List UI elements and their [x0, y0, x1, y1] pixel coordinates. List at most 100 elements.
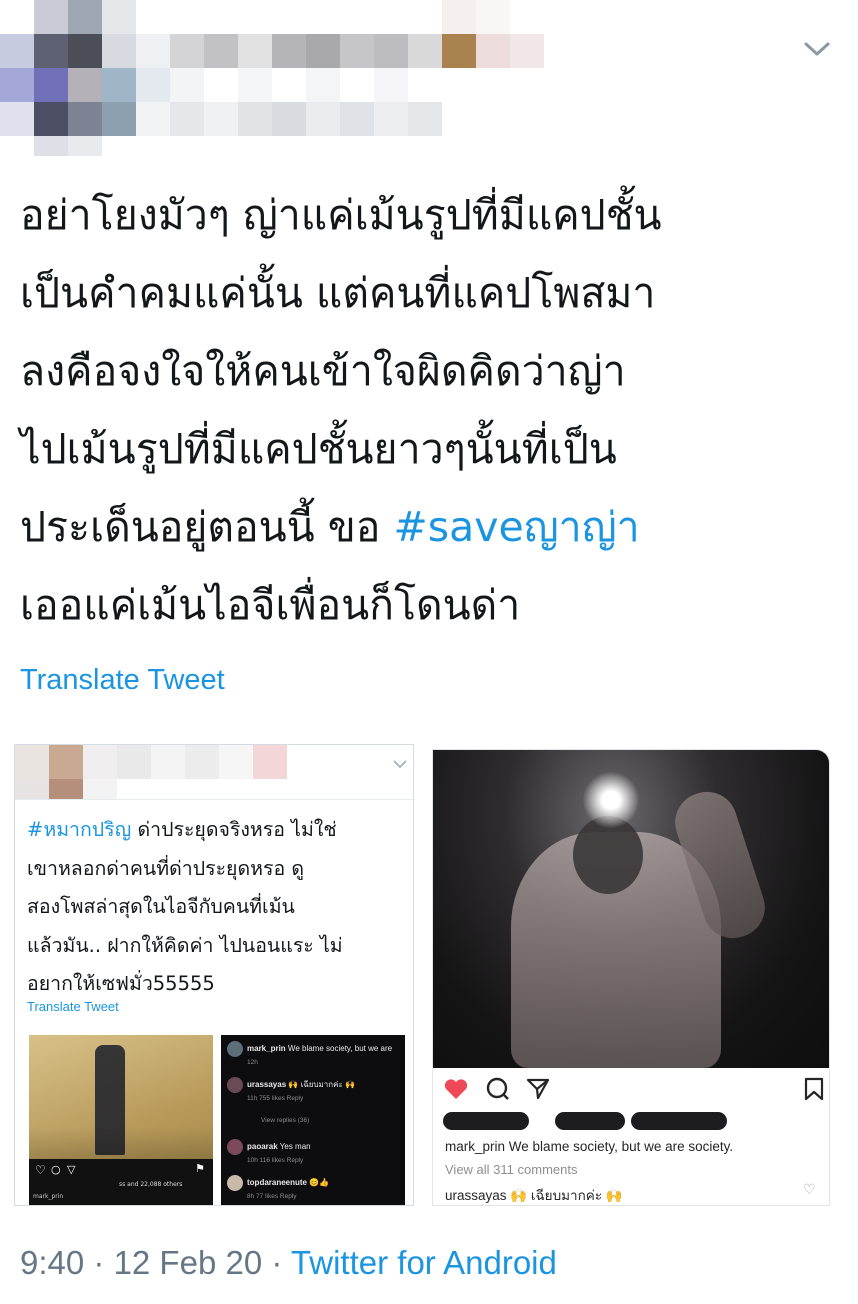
pixel-block	[219, 745, 253, 779]
shade	[29, 1127, 213, 1159]
separator: ·	[84, 1244, 114, 1281]
tweet-line: อย่าโยงมัวๆ ญ่าแค่เม้นรูปที่มีแคปชั้น	[20, 191, 662, 239]
pixel-block	[510, 34, 544, 68]
pixel-block	[83, 745, 117, 779]
pixel-block	[306, 102, 340, 136]
comment-row: topdaraneenute 😊👍 8h 77 likes Reply	[227, 1175, 329, 1200]
pixel-block	[68, 0, 102, 34]
heart-icon: ♡	[35, 1163, 46, 1177]
pixel-block	[170, 68, 204, 102]
pixel-block	[68, 34, 102, 68]
pixel-block	[15, 745, 49, 779]
comment-icon[interactable]	[485, 1076, 511, 1102]
translate-tweet-link[interactable]: Translate Tweet	[20, 664, 225, 697]
embedded-tweet-text: #หมากปริญ ด่าประยุดจริงหรอ ไม่ใช่ เขาหลอ…	[27, 811, 413, 1004]
pixel-block	[68, 102, 102, 136]
pixel-block	[0, 102, 34, 136]
redacted-text	[443, 1112, 529, 1130]
embedded-comments-screenshot: mark_prin We blame society, but we are 12…	[221, 1035, 405, 1205]
pixel-block	[102, 68, 136, 102]
heart-icon[interactable]	[443, 1076, 469, 1102]
comment-text: 🙌 เฉียบมากค่ะ 🙌	[510, 1188, 623, 1203]
pixel-block	[0, 68, 34, 102]
pixel-block	[374, 102, 408, 136]
tweet-header	[0, 0, 858, 160]
instagram-caption: mark_prin We blame society, but we are s…	[445, 1139, 733, 1154]
caption-user: mark_prin	[445, 1139, 506, 1154]
pixel-block	[170, 102, 204, 136]
tweet-line: เออแค่เม้นไอจีเพื่อนก็โดนด่า	[20, 581, 521, 629]
pixel-block	[204, 102, 238, 136]
pixel-block	[272, 102, 306, 136]
pixel-block	[476, 0, 510, 34]
pixel-block	[34, 68, 68, 102]
embedded-line: #หมากปริญ ด่าประยุดจริงหรอ ไม่ใช่	[27, 811, 413, 850]
camera-flash	[583, 772, 639, 828]
comment-row: paoarak Yes man 10h 116 likes Reply	[227, 1139, 311, 1164]
pixel-block	[68, 68, 102, 102]
comment-row: mark_prin We blame society, but we are 12…	[227, 1041, 392, 1066]
pixel-block	[476, 34, 510, 68]
share-icon: ▽	[67, 1163, 76, 1176]
hashtag-link[interactable]: #saveญาญ่า	[393, 503, 639, 551]
pixel-block	[306, 34, 340, 68]
avatar	[227, 1077, 243, 1093]
bookmark-icon[interactable]	[801, 1076, 827, 1102]
comment-like-icon: ♡	[803, 1182, 816, 1198]
pixel-block	[272, 34, 306, 68]
bookmark-icon: ⚑	[195, 1162, 205, 1175]
embedded-translate-label: Translate Tweet	[27, 999, 119, 1014]
media-image-2[interactable]: mark_prin We blame society, but we are s…	[432, 749, 830, 1206]
divider	[15, 799, 413, 800]
redacted-text	[555, 1112, 625, 1130]
pixel-block	[185, 745, 219, 779]
pixel-block	[102, 0, 136, 34]
embedded-hashtag: #หมากปริญ	[27, 818, 132, 841]
pixel-block	[170, 34, 204, 68]
tweet-line-text: ประเด็นอยู่ตอนนี้ ขอ	[20, 503, 394, 551]
share-icon[interactable]	[525, 1076, 551, 1102]
tweet-line: ไปเม้นรูปที่มีแคปชั้นยาวๆนั้นที่เป็น	[20, 425, 617, 473]
chevron-down-icon[interactable]	[800, 34, 834, 64]
tweet-meta: 9:40 · 12 Feb 20 · Twitter for Android	[20, 1244, 557, 1282]
comment-row: View replies (36)	[261, 1117, 310, 1124]
pixel-block	[15, 779, 49, 799]
avatar	[227, 1139, 243, 1155]
pixel-block	[408, 34, 442, 68]
tweet-line: เป็นคำคมแค่นั้น แต่คนที่แคปโพสมา	[20, 269, 656, 317]
media-image-1[interactable]: #หมากปริญ ด่าประยุดจริงหรอ ไม่ใช่ เขาหลอ…	[14, 744, 414, 1206]
pixel-block	[340, 34, 374, 68]
pixel-block	[204, 34, 238, 68]
pixel-block	[408, 102, 442, 136]
embedded-line: เขาหลอกด่าคนที่ด่าประยุดหรอ ดู	[27, 856, 305, 880]
tweet-line: ประเด็นอยู่ตอนนี้ ขอ #saveญาญ่า	[20, 488, 850, 566]
comment-icon: ○	[51, 1163, 61, 1176]
chevron-down-icon	[393, 760, 407, 769]
likes-text: ss and 22,088 others	[119, 1181, 183, 1188]
caption-user: mark_prin	[33, 1193, 64, 1200]
pixel-block	[102, 34, 136, 68]
instagram-comment: urassayas 🙌 เฉียบมากค่ะ 🙌	[445, 1184, 623, 1205]
pixel-block	[238, 102, 272, 136]
embedded-line: แล้วมัน.. ฝากให้คิดค่า ไปนอนแระ ไม่	[27, 933, 343, 957]
instagram-photo	[433, 750, 829, 1068]
tweet-source-link[interactable]: Twitter for Android	[291, 1244, 557, 1281]
pixel-block	[442, 0, 476, 34]
pixel-block	[136, 34, 170, 68]
embedded-line: อยากให้เซฟมั่ว55555	[27, 972, 215, 995]
pixel-block	[238, 34, 272, 68]
avatar	[227, 1041, 243, 1057]
caption-text: We blame society, but we are society.	[508, 1139, 734, 1154]
pixel-block	[34, 102, 68, 136]
comment-user: urassayas	[445, 1188, 507, 1203]
pixel-block	[306, 68, 340, 102]
pixel-block	[374, 34, 408, 68]
pixel-block	[442, 34, 476, 68]
embedded-photo-1: ♡ ○ ▽ ⚑ ss and 22,088 others mark_prin	[29, 1035, 213, 1205]
instagram-actions	[443, 1076, 824, 1102]
separator: ·	[262, 1244, 291, 1281]
pixel-block	[238, 68, 272, 102]
tweet-date: 12 Feb 20	[113, 1244, 263, 1281]
pixel-block	[0, 34, 34, 68]
pixel-block	[253, 745, 287, 779]
